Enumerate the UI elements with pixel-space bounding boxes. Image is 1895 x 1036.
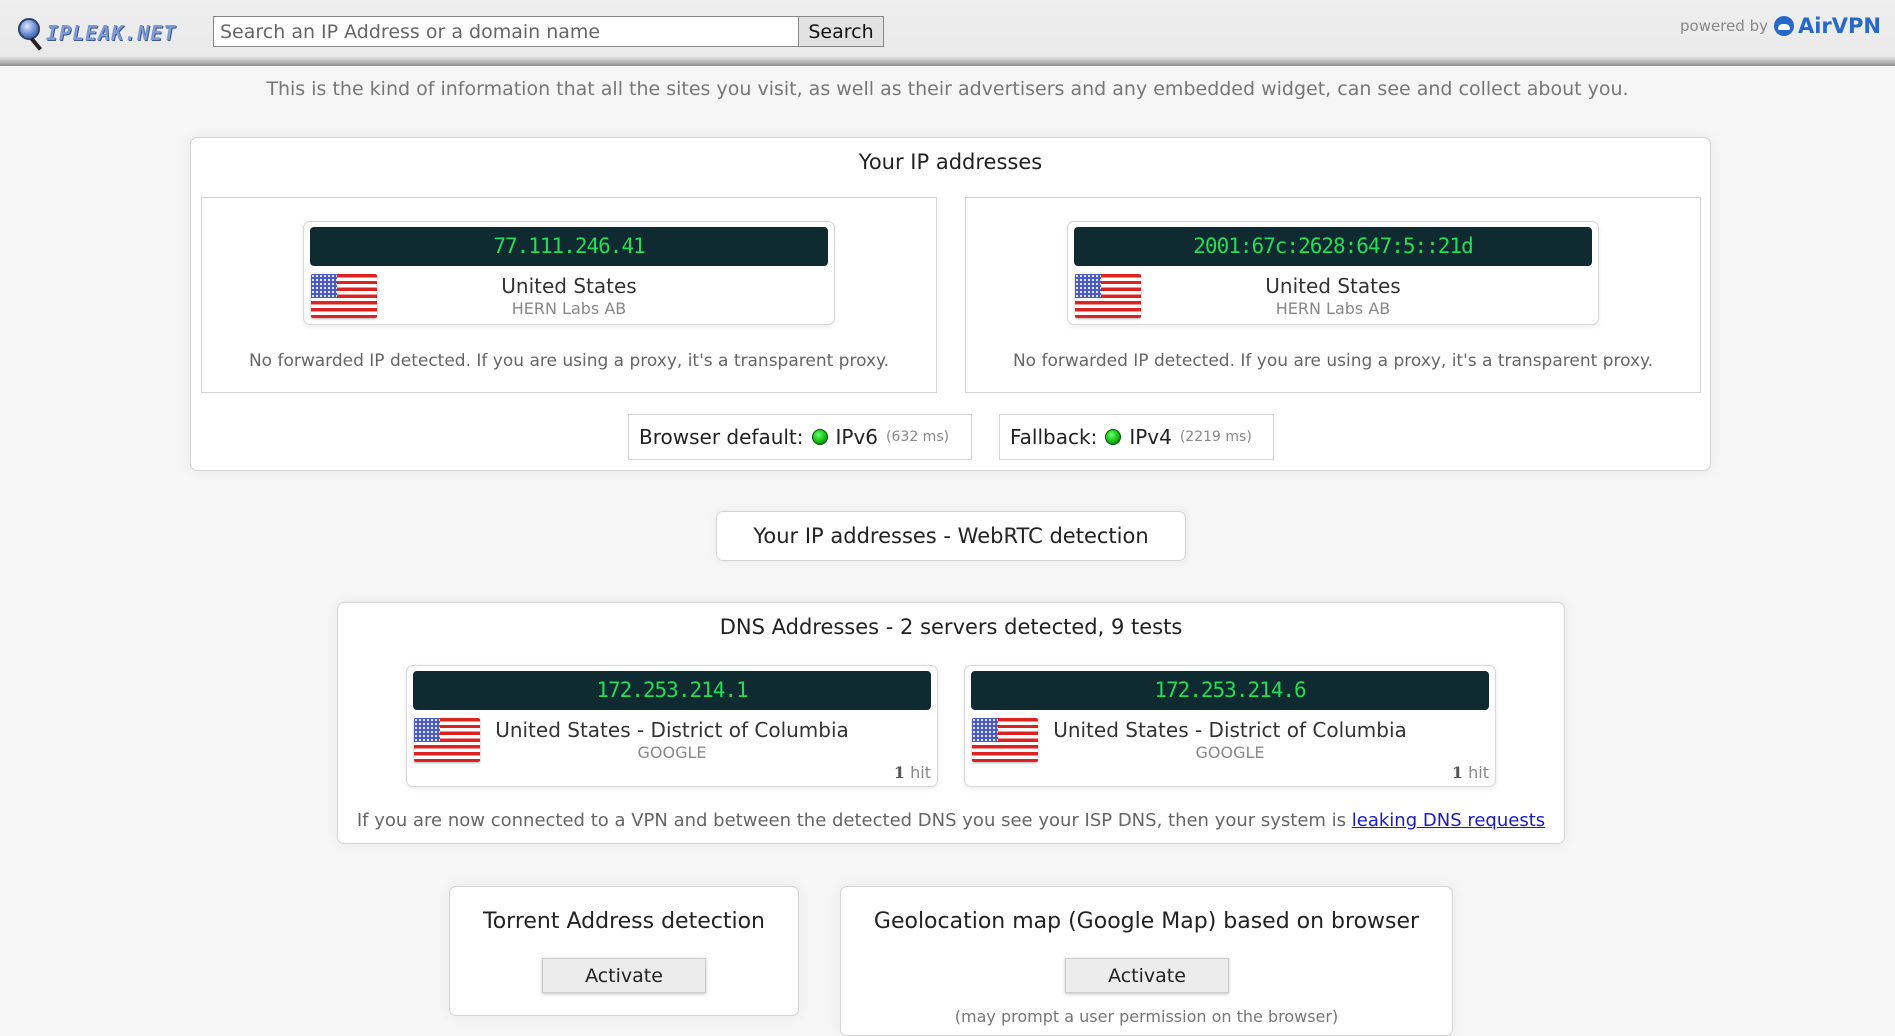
fallback-protocol: Fallback: IPv4 (2219 ms)	[999, 414, 1274, 460]
ip-addresses-panel: Your IP addresses 77.111.246.41 United S…	[190, 137, 1711, 471]
airvpn-brand[interactable]: AirVPN	[1773, 14, 1881, 38]
ip-isp: HERN Labs AB	[511, 299, 627, 318]
browser-default-protocol: Browser default: IPv6 (632 ms)	[628, 414, 972, 460]
fallback-label: Fallback:	[1010, 425, 1098, 449]
ip-isp: HERN Labs AB	[1275, 299, 1391, 318]
torrent-title: Torrent Address detection	[483, 909, 765, 934]
dns-server-card: 172.253.214.6 United States - District o…	[964, 665, 1496, 787]
torrent-detection-panel: Torrent Address detection Activate	[449, 886, 799, 1016]
geolocation-title: Geolocation map (Google Map) based on br…	[873, 909, 1420, 934]
site-logo[interactable]: IPLEAK.NET	[16, 14, 186, 52]
geolocation-activate-button[interactable]: Activate	[1065, 958, 1229, 993]
ip-value[interactable]: 2001:67c:2628:647:5::21d	[1074, 227, 1592, 266]
dns-ip-value[interactable]: 172.253.214.6	[971, 671, 1489, 710]
airvpn-cloud-icon	[1773, 16, 1794, 36]
search-button[interactable]: Search	[798, 16, 884, 47]
dns-ip-value[interactable]: 172.253.214.1	[413, 671, 931, 710]
powered-by[interactable]: powered by AirVPN	[1680, 14, 1881, 38]
ip-address-box: 2001:67c:2628:647:5::21d United States H…	[965, 197, 1701, 393]
ip-section-title: Your IP addresses	[858, 150, 1043, 174]
browser-default-label: Browser default:	[639, 425, 804, 449]
webrtc-detection-button[interactable]: Your IP addresses - WebRTC detection	[716, 511, 1186, 561]
dns-hits: 1 hit	[1451, 763, 1489, 782]
dns-section-title: DNS Addresses - 2 servers detected, 9 te…	[719, 615, 1183, 639]
status-ok-icon	[1105, 429, 1122, 445]
search-input[interactable]	[213, 16, 799, 47]
geolocation-panel: Geolocation map (Google Map) based on br…	[840, 886, 1453, 1036]
browser-default-latency: (632 ms)	[886, 429, 950, 445]
tagline: This is the kind of information that all…	[266, 78, 1629, 100]
geolocation-note: (may prompt a user permission on the bro…	[954, 1007, 1339, 1026]
dns-hits: 1 hit	[893, 763, 931, 782]
magnifier-logo-icon	[16, 15, 46, 51]
dns-location: United States - District of Columbia	[1053, 718, 1407, 742]
ip-card: 77.111.246.41 United States HERN Labs AB	[303, 221, 835, 325]
dns-leak-note: If you are now connected to a VPN and be…	[338, 810, 1564, 831]
logo-text: IPLEAK.NET	[46, 21, 177, 45]
dns-isp: GOOGLE	[1195, 743, 1265, 762]
ip-address-box: 77.111.246.41 United States HERN Labs AB…	[201, 197, 937, 393]
powered-by-label: powered by	[1680, 17, 1768, 35]
dns-isp: GOOGLE	[637, 743, 707, 762]
airvpn-brand-text: AirVPN	[1797, 14, 1881, 38]
site-header: IPLEAK.NET Search powered by AirVPN	[0, 0, 1895, 66]
fallback-protocol-value: IPv4	[1129, 425, 1172, 449]
ip-country: United States	[501, 274, 637, 298]
dns-location: United States - District of Columbia	[495, 718, 849, 742]
browser-default-protocol-value: IPv6	[835, 425, 879, 449]
fallback-latency: (2219 ms)	[1179, 429, 1252, 445]
dns-server-card: 172.253.214.1 United States - District o…	[406, 665, 938, 787]
dns-addresses-panel: DNS Addresses - 2 servers detected, 9 te…	[337, 602, 1565, 844]
ip-value[interactable]: 77.111.246.41	[310, 227, 828, 266]
torrent-activate-button[interactable]: Activate	[542, 958, 706, 993]
forwarded-ip-note: No forwarded IP detected. If you are usi…	[248, 351, 890, 371]
ip-card: 2001:67c:2628:647:5::21d United States H…	[1067, 221, 1599, 325]
status-ok-icon	[811, 429, 828, 445]
ip-country: United States	[1265, 274, 1401, 298]
forwarded-ip-note: No forwarded IP detected. If you are usi…	[1012, 351, 1654, 371]
dns-leak-note-text: If you are now connected to a VPN and be…	[356, 810, 1352, 831]
leaking-dns-link[interactable]: leaking DNS requests	[1352, 810, 1545, 831]
